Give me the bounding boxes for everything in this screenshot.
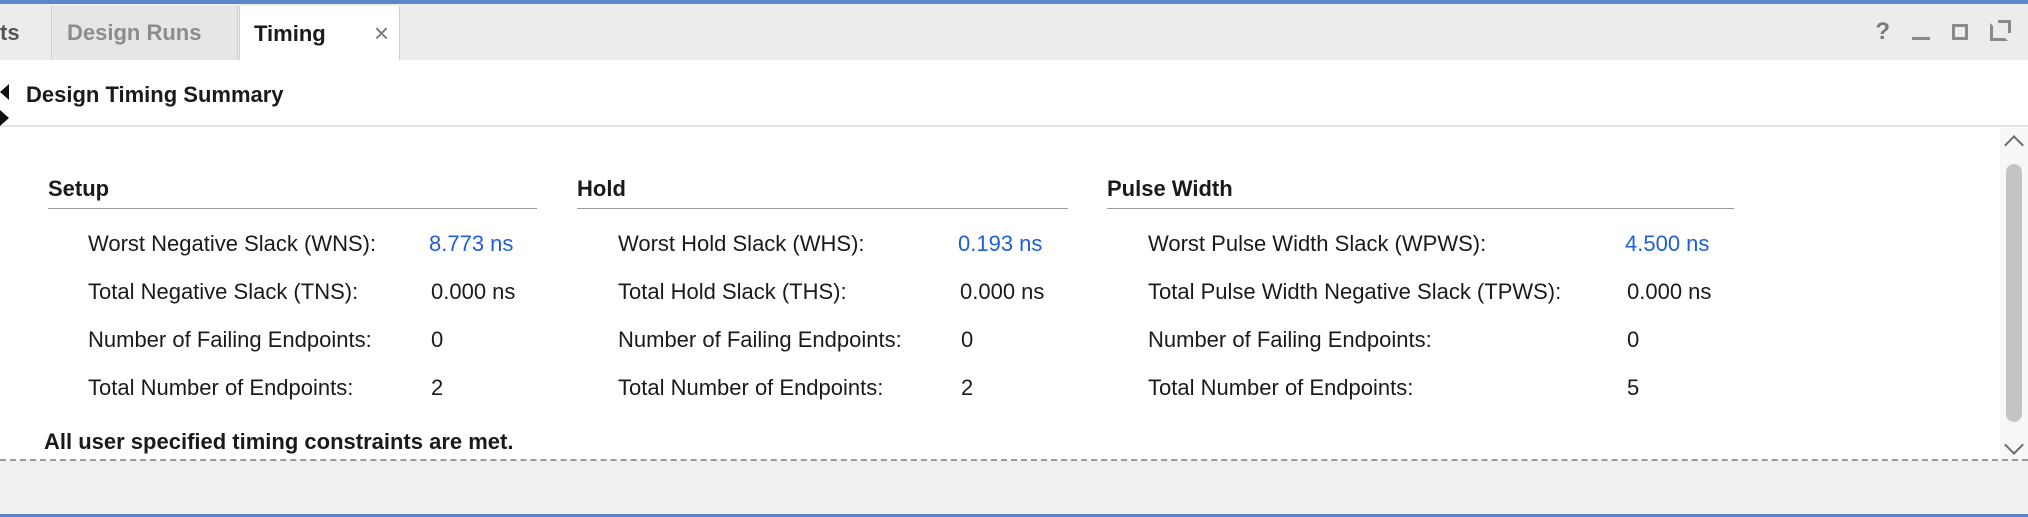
- pulse-total-value: 5: [1627, 375, 1640, 400]
- pulse-total-label: Total Number of Endpoints:: [1148, 375, 1414, 400]
- scroll-down-icon[interactable]: [2004, 435, 2024, 455]
- tab-design-runs[interactable]: Design Runs: [53, 6, 238, 60]
- setup-wns-value[interactable]: 8.773 ns: [429, 231, 513, 257]
- tab-bar: ts Design Runs Timing × ?: [0, 4, 2028, 62]
- pulse-wpws-label: Worst Pulse Width Slack (WPWS):: [1148, 231, 1487, 256]
- window-controls: ?: [1875, 18, 2011, 46]
- setup-failing-label: Number of Failing Endpoints:: [88, 327, 372, 352]
- pulse-tpws-label: Total Pulse Width Negative Slack (TPWS):: [1148, 279, 1562, 304]
- section-header: Design Timing Summary: [0, 60, 2028, 127]
- collapse-left-icon[interactable]: [0, 84, 9, 100]
- empty-lower-area: [0, 461, 2028, 514]
- section-title: Design Timing Summary: [26, 82, 284, 107]
- tab-label: Timing: [254, 21, 326, 46]
- tab-label: ts: [0, 20, 20, 45]
- minimize-icon[interactable]: [1912, 36, 1930, 40]
- hold-total-value: 2: [961, 375, 974, 400]
- tab-label: Design Runs: [67, 20, 202, 45]
- setup-header: Setup: [48, 176, 537, 209]
- tab-timing[interactable]: Timing ×: [239, 6, 400, 62]
- hold-failing-value: 0: [961, 327, 974, 352]
- maximize-icon[interactable]: [1952, 24, 1968, 40]
- setup-total-value: 2: [431, 375, 444, 400]
- help-icon[interactable]: ?: [1875, 18, 1890, 46]
- setup-tns-label: Total Negative Slack (TNS):: [88, 279, 359, 304]
- hold-failing-label: Number of Failing Endpoints:: [618, 327, 902, 352]
- pulse-width-header: Pulse Width: [1107, 176, 1734, 209]
- vertical-scrollbar[interactable]: [2000, 128, 2028, 460]
- setup-failing-value: 0: [431, 327, 444, 352]
- pulse-failing-value: 0: [1627, 327, 1640, 352]
- scroll-up-icon[interactable]: [2004, 135, 2024, 155]
- pulse-tpws-value: 0.000 ns: [1627, 279, 1712, 304]
- hold-ths-value: 0.000 ns: [960, 279, 1045, 304]
- hold-header: Hold: [577, 176, 1068, 209]
- hold-whs-label: Worst Hold Slack (WHS):: [618, 231, 865, 256]
- expand-right-icon[interactable]: [0, 110, 9, 126]
- constraints-met-message: All user specified timing constraints ar…: [44, 429, 514, 454]
- close-icon[interactable]: ×: [374, 18, 389, 49]
- setup-total-label: Total Number of Endpoints:: [88, 375, 354, 400]
- pulse-wpws-value[interactable]: 4.500 ns: [1625, 231, 1709, 257]
- hold-total-label: Total Number of Endpoints:: [618, 375, 884, 400]
- pulse-failing-label: Number of Failing Endpoints:: [1148, 327, 1432, 352]
- tab-messages[interactable]: ts: [0, 6, 52, 60]
- scroll-thumb[interactable]: [2006, 164, 2022, 422]
- hold-whs-value[interactable]: 0.193 ns: [958, 231, 1042, 257]
- collapse-handle[interactable]: [0, 84, 10, 130]
- hold-ths-label: Total Hold Slack (THS):: [618, 279, 847, 304]
- setup-tns-value: 0.000 ns: [431, 279, 516, 304]
- setup-wns-label: Worst Negative Slack (WNS):: [88, 231, 377, 256]
- float-icon[interactable]: [1990, 20, 2011, 41]
